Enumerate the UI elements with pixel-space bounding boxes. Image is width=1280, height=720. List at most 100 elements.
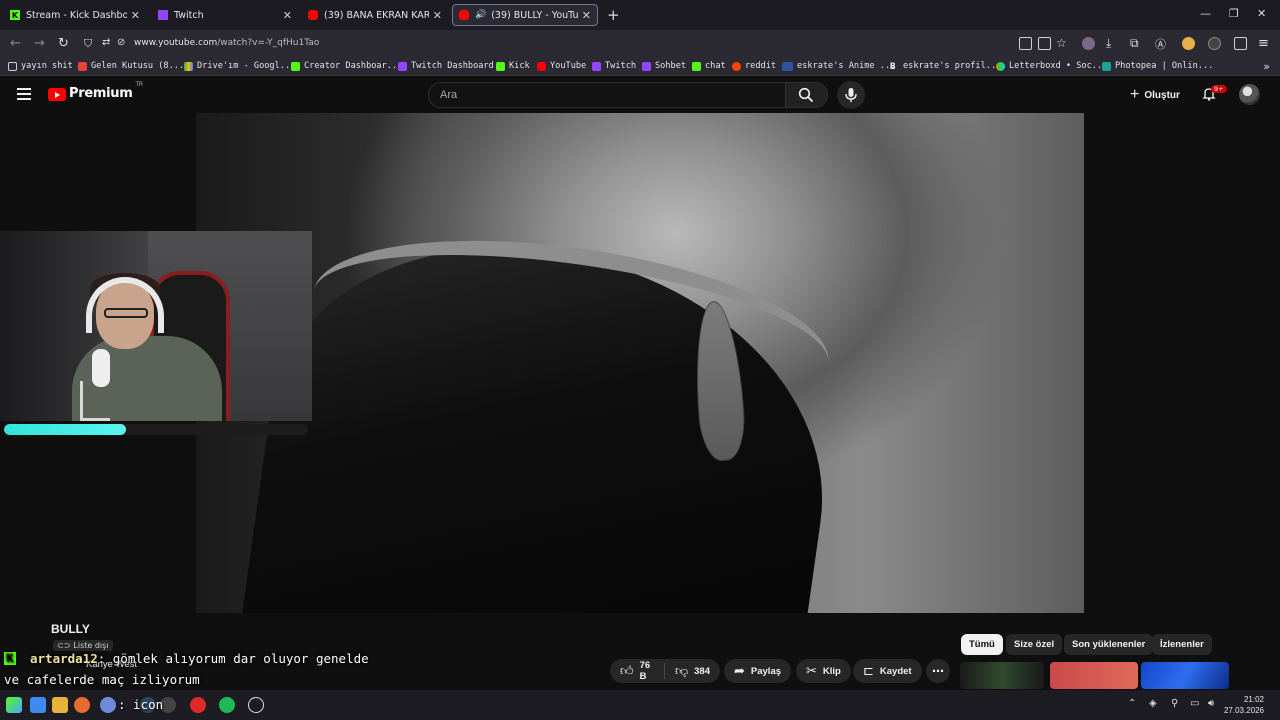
tab-youtube-ekran-karti[interactable]: (39) BANA EKRAN KARTI A ✕ bbox=[302, 4, 448, 26]
permissions-icon[interactable]: ⇄ bbox=[102, 37, 110, 48]
discord-icon[interactable] bbox=[100, 697, 116, 713]
reader-view-icon[interactable] bbox=[1038, 37, 1051, 50]
extension-icon[interactable] bbox=[1082, 37, 1095, 50]
tab-youtube-bully[interactable]: 🔊 (39) BULLY - YouTube ✕ bbox=[452, 4, 598, 26]
close-icon[interactable]: ✕ bbox=[582, 9, 591, 22]
obs-icon[interactable] bbox=[190, 697, 206, 713]
windows-icon[interactable] bbox=[30, 697, 46, 713]
more-actions-button[interactable]: ⋯ bbox=[926, 659, 950, 683]
folder-icon bbox=[8, 61, 17, 71]
chevron-right-double-icon[interactable]: » bbox=[1263, 60, 1270, 73]
start-icon[interactable] bbox=[6, 697, 22, 713]
network-icon[interactable]: ◈ bbox=[1149, 698, 1157, 709]
bookmark-item[interactable]: chat bbox=[692, 61, 726, 71]
translate-icon[interactable]: Ⓐ bbox=[1155, 36, 1166, 52]
search-input[interactable] bbox=[429, 83, 785, 107]
bookmark-item[interactable]: Creator Dashboar... bbox=[291, 61, 402, 71]
clock-time: 21:02 bbox=[1243, 695, 1264, 704]
address-bar: ← → ↻ ⛉ ⇄ ⊘ www.youtube.com/watch?v=-Y_q… bbox=[0, 30, 1280, 69]
youtube-brand[interactable]: PremiumTR bbox=[69, 81, 143, 101]
kick-icon: K bbox=[10, 10, 20, 20]
filter-chip-watched[interactable]: İzlenenler bbox=[1152, 634, 1212, 655]
bookmark-item[interactable]: Twitch bbox=[592, 61, 636, 71]
dislike-button[interactable]: 👎︎ 384 bbox=[665, 659, 720, 683]
restore-icon[interactable]: ❐ bbox=[1229, 7, 1239, 20]
close-icon[interactable]: ✕ bbox=[433, 9, 442, 22]
share-button[interactable]: ➦ Paylaş bbox=[724, 659, 792, 683]
related-video-thumbnail[interactable] bbox=[1050, 662, 1138, 689]
kick-icon: K bbox=[4, 652, 16, 665]
hamburger-menu-icon[interactable] bbox=[17, 88, 31, 103]
like-button[interactable]: 👍︎ 76 B bbox=[610, 659, 664, 683]
menu-icon[interactable]: ≡ bbox=[1258, 36, 1269, 51]
taskbar: : icon ⌃ ◈ ⚲ ▭ 🔊︎ 21:02 27.03.2026 bbox=[0, 690, 1280, 720]
extension-icon[interactable] bbox=[1208, 37, 1221, 50]
bookmark-item[interactable]: Gelen Kutusu (8... bbox=[78, 61, 184, 71]
bookmark-item[interactable]: Drive'ım - Googl... bbox=[184, 61, 295, 71]
bookmark-icon: ⊏ bbox=[863, 663, 874, 678]
youtube-header: PremiumTR +Oluştur 9+ bbox=[0, 76, 1280, 113]
create-button[interactable]: + Oluştur bbox=[1130, 86, 1180, 104]
tab-twitch[interactable]: Twitch ✕ bbox=[152, 4, 298, 26]
chevron-up-icon[interactable]: ⌃ bbox=[1128, 698, 1136, 709]
tab-label: Stream - Kick Dashboard bbox=[26, 9, 127, 21]
scissors-icon: ✂ bbox=[806, 663, 817, 678]
settings-icon[interactable] bbox=[248, 697, 264, 713]
system-clock[interactable]: 21:02 27.03.2026 bbox=[1224, 694, 1264, 716]
shield-icon[interactable]: ⛉ bbox=[84, 37, 92, 51]
save-button[interactable]: ⊏ Kaydet bbox=[853, 659, 922, 683]
bookmark-item[interactable]: yayın shit bbox=[8, 61, 73, 71]
minimize-icon[interactable]: — bbox=[1200, 7, 1211, 20]
filter-chip-for-you[interactable]: Size özel bbox=[1006, 634, 1063, 655]
chat-username: artarda12 bbox=[30, 651, 98, 666]
bookmark-item[interactable]: reddit bbox=[732, 61, 776, 71]
avatar[interactable] bbox=[1239, 84, 1260, 105]
stream-progress-bar bbox=[4, 424, 308, 435]
volume-icon[interactable]: 🔊︎ bbox=[1208, 698, 1214, 709]
filter-chip-recent[interactable]: Son yüklenenler bbox=[1064, 634, 1154, 655]
reload-icon[interactable]: ↻ bbox=[58, 36, 69, 51]
bookmark-item[interactable]: Sohbet bbox=[642, 61, 686, 71]
voice-search-button[interactable] bbox=[837, 81, 865, 109]
video-frame[interactable] bbox=[196, 113, 1084, 613]
kick-icon bbox=[692, 61, 701, 71]
clip-button[interactable]: ✂ Klip bbox=[796, 659, 851, 683]
forward-icon[interactable]: → bbox=[34, 36, 45, 51]
new-tab-icon[interactable]: + bbox=[607, 6, 620, 24]
bookmark-item[interactable]: eskrate's Anime ... bbox=[782, 61, 895, 71]
close-icon[interactable]: ✕ bbox=[283, 9, 292, 22]
speaker-icon[interactable]: 🔊 bbox=[475, 10, 486, 20]
bookmark-item[interactable]: Letterboxd • Soc... bbox=[996, 61, 1107, 71]
picture-in-picture-icon[interactable] bbox=[1019, 37, 1032, 50]
autoplay-blocked-icon[interactable]: ⊘ bbox=[117, 37, 125, 48]
close-icon[interactable]: ✕ bbox=[131, 9, 140, 22]
bookmark-item[interactable]: YouTube bbox=[537, 61, 586, 71]
related-video-thumbnail[interactable] bbox=[960, 662, 1044, 689]
url-field[interactable]: www.youtube.com/watch?v=-Y_qfHu1Tao bbox=[134, 38, 319, 48]
youtube-logo-icon[interactable] bbox=[48, 88, 66, 101]
gmail-icon bbox=[78, 61, 87, 71]
related-video-thumbnail[interactable] bbox=[1141, 662, 1229, 689]
extension-icon[interactable] bbox=[1182, 37, 1195, 50]
video-player-area bbox=[0, 113, 1280, 613]
spotify-icon[interactable] bbox=[219, 697, 235, 713]
file-explorer-icon[interactable] bbox=[52, 697, 68, 713]
mic-tray-icon[interactable]: ⚲ bbox=[1171, 698, 1178, 709]
extensions-puzzle-icon[interactable]: ⧉ bbox=[1130, 36, 1139, 51]
bookmark-star-icon[interactable]: ☆ bbox=[1056, 36, 1067, 50]
tab-kick-dashboard[interactable]: K Stream - Kick Dashboard ✕ bbox=[4, 4, 146, 26]
window-close-icon[interactable]: ✕ bbox=[1257, 7, 1266, 20]
downloads-icon[interactable]: ⤓ bbox=[1106, 36, 1111, 51]
firefox-icon[interactable] bbox=[74, 697, 90, 713]
back-icon[interactable]: ← bbox=[10, 36, 21, 51]
filter-chip-all[interactable]: Tümü bbox=[961, 634, 1003, 655]
search-button[interactable] bbox=[786, 82, 828, 108]
bookmark-item[interactable]: Kick bbox=[496, 61, 530, 71]
stream-progress-fill bbox=[4, 424, 126, 435]
bookmark-item[interactable]: Twitch Dashboard bbox=[398, 61, 494, 71]
display-icon[interactable]: ▭ bbox=[1190, 698, 1199, 709]
bookmark-item[interactable]: Photopea | Onlin... bbox=[1102, 61, 1213, 71]
bookmark-item[interactable]: Beskrate's profil... bbox=[890, 61, 1001, 72]
microphone-icon bbox=[845, 88, 857, 102]
sidebar-icon[interactable] bbox=[1234, 37, 1247, 50]
